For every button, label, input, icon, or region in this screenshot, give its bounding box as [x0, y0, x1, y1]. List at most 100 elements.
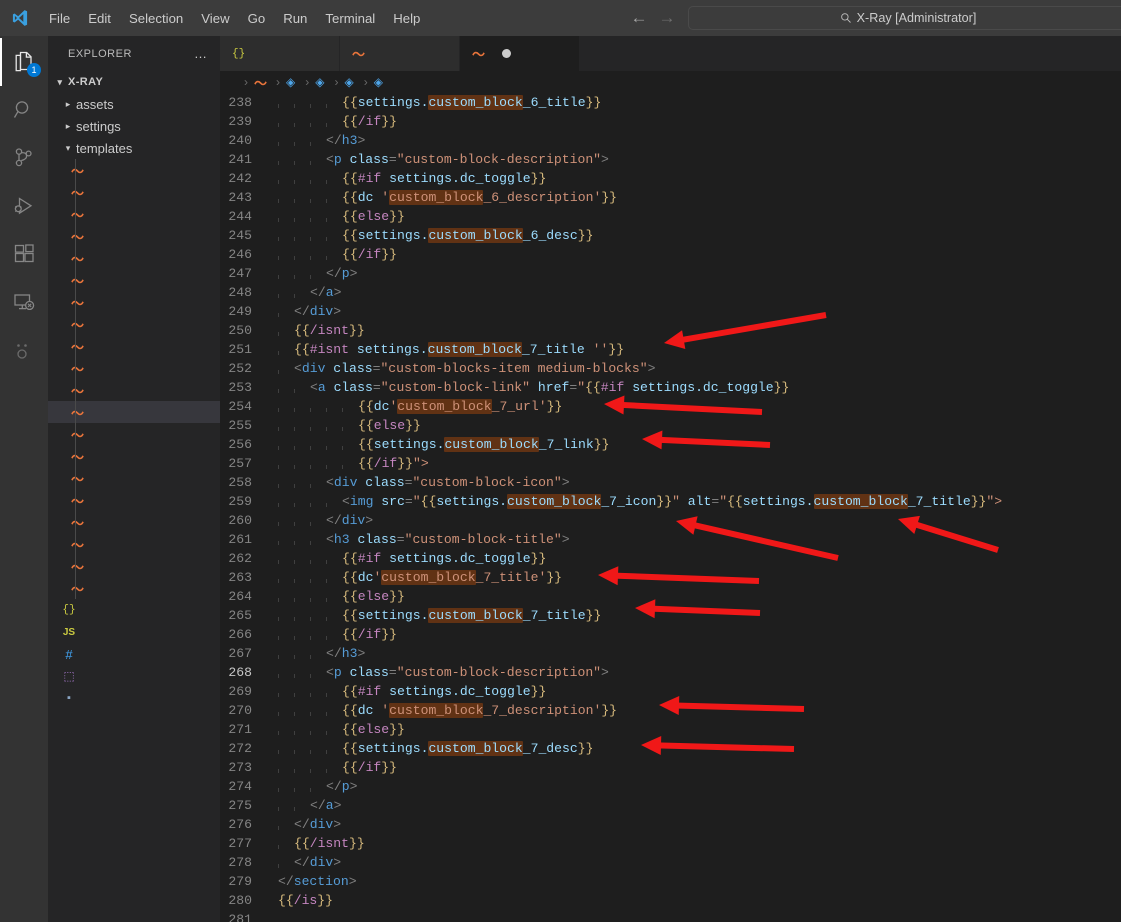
activity-item-extensions[interactable]	[0, 230, 48, 278]
command-center[interactable]: X-Ray [Administrator]	[688, 6, 1121, 30]
code-editor[interactable]: 238{{settings.custom_block_6_title}}239{…	[220, 93, 1121, 922]
code-line[interactable]: 260</div>	[220, 511, 1121, 530]
code-line[interactable]: 255{{else}}	[220, 416, 1121, 435]
tree-file-community-post-list-[interactable]: 〜	[48, 203, 220, 225]
tree-file-user-profile-page-hbs[interactable]: 〜	[48, 577, 220, 599]
tree-file-new-community-po-[interactable]: 〜	[48, 423, 220, 445]
tree-file-section-page-hbs[interactable]: 〜	[48, 533, 220, 555]
breadcrumb-item-home-page-hbs[interactable]: 〜	[254, 73, 270, 92]
activity-item-search[interactable]	[0, 86, 48, 134]
code-line[interactable]: 281	[220, 910, 1121, 922]
code-line[interactable]: 262{{#if settings.dc_toggle}}	[220, 549, 1121, 568]
tree-folder-templates[interactable]: ▾ templates	[48, 137, 220, 159]
tree-file-request-page-hbs[interactable]: 〜	[48, 467, 220, 489]
tree-file-x-ray-v1-0-1-zip[interactable]: ▪	[48, 687, 220, 709]
code-line[interactable]: 276</div>	[220, 815, 1121, 834]
activity-item-explorer[interactable]: 1	[0, 38, 48, 86]
code-line[interactable]: 278</div>	[220, 853, 1121, 872]
menu-view[interactable]: View	[192, 8, 238, 29]
tree-file-manifest-json[interactable]: {}	[48, 599, 220, 621]
code-line[interactable]: 265{{settings.custom_block_7_title}}	[220, 606, 1121, 625]
tab-manifest-json[interactable]: {}	[220, 36, 340, 71]
tab-home-page-hbs[interactable]: 〜	[460, 36, 580, 71]
tree-file-subscriptions-page-[interactable]: 〜	[48, 555, 220, 577]
menu-go[interactable]: Go	[239, 8, 275, 29]
code-line[interactable]: 245{{settings.custom_block_6_desc}}	[220, 226, 1121, 245]
tree-file-document-head-hbs[interactable]: 〜	[48, 313, 220, 335]
breadcrumb-item-div-custom-blocks-item-medium-b[interactable]: ◈	[374, 75, 387, 89]
code-line[interactable]: 275</a>	[220, 796, 1121, 815]
code-line[interactable]: 267</h3>	[220, 644, 1121, 663]
code-line[interactable]: 238{{settings.custom_block_6_title}}	[220, 93, 1121, 112]
tree-file-header-hbs[interactable]: 〜	[48, 379, 220, 401]
code-line[interactable]: 250{{/isnt}}	[220, 321, 1121, 340]
tree-file-category-page-hbs[interactable]: 〜	[48, 181, 220, 203]
code-line[interactable]: 269{{#if settings.dc_toggle}}	[220, 682, 1121, 701]
code-line[interactable]: 252<div class="custom-blocks-item medium…	[220, 359, 1121, 378]
menu-help[interactable]: Help	[384, 8, 429, 29]
tree-file-community-topic-lis-[interactable]: 〜	[48, 247, 220, 269]
breadcrumb-item-div-custom-blocks-list[interactable]: ◈	[344, 75, 357, 89]
tree-file-thumbnail-png[interactable]: ⬚	[48, 665, 220, 687]
code-line[interactable]: 272{{settings.custom_block_7_desc}}	[220, 739, 1121, 758]
code-line[interactable]: 253<a class="custom-block-link" href="{{…	[220, 378, 1121, 397]
code-line[interactable]: 273{{/if}}	[220, 758, 1121, 777]
code-line[interactable]: 257{{/if}}">	[220, 454, 1121, 473]
code-line[interactable]: 258<div class="custom-block-icon">	[220, 473, 1121, 492]
tree-file-article-page-hbs[interactable]: 〜	[48, 159, 220, 181]
menu-selection[interactable]: Selection	[120, 8, 192, 29]
tree-file-home-page-hbs[interactable]: 〜	[48, 401, 220, 423]
menu-terminal[interactable]: Terminal	[316, 8, 384, 29]
breadcrumb-item-div-container[interactable]: ◈	[286, 75, 299, 89]
menu-edit[interactable]: Edit	[79, 8, 120, 29]
menu-run[interactable]: Run	[274, 8, 316, 29]
code-line[interactable]: 266{{/if}}	[220, 625, 1121, 644]
arrow-left-icon[interactable]: ←	[628, 8, 650, 28]
code-line[interactable]: 239{{/if}}	[220, 112, 1121, 131]
code-line[interactable]: 274</p>	[220, 777, 1121, 796]
code-line[interactable]: 247</p>	[220, 264, 1121, 283]
tree-folder-assets[interactable]: ▸ assets	[48, 93, 220, 115]
code-line[interactable]: 242{{#if settings.dc_toggle}}	[220, 169, 1121, 188]
tree-file-contributions-page-[interactable]: 〜	[48, 291, 220, 313]
breadcrumb-item-section-section-custom-blocks[interactable]: ◈	[315, 75, 328, 89]
code-line[interactable]: 280{{/is}}	[220, 891, 1121, 910]
code-line[interactable]: 248</a>	[220, 283, 1121, 302]
tree-file-error-page-hbs[interactable]: 〜	[48, 335, 220, 357]
code-line[interactable]: 277{{/isnt}}	[220, 834, 1121, 853]
code-line[interactable]: 264{{else}}	[220, 587, 1121, 606]
tree-root-x-ray[interactable]: ▾ X-RAY	[48, 71, 220, 93]
code-line[interactable]: 270{{dc 'custom_block_7_description'}}	[220, 701, 1121, 720]
tree-file-community-topic-pa-[interactable]: 〜	[48, 269, 220, 291]
activity-item-remote-explorer[interactable]	[0, 278, 48, 326]
tree-file-community-post-pa-[interactable]: 〜	[48, 225, 220, 247]
tree-file-script-js[interactable]: JS	[48, 621, 220, 643]
code-line[interactable]: 256{{settings.custom_block_7_link}}	[220, 435, 1121, 454]
code-line[interactable]: 244{{else}}	[220, 207, 1121, 226]
code-content[interactable]: 238{{settings.custom_block_6_title}}239{…	[220, 93, 1121, 922]
unsaved-indicator-icon[interactable]	[502, 49, 511, 58]
activity-item-run-and-debug[interactable]	[0, 182, 48, 230]
ellipsis-icon[interactable]: …	[194, 46, 208, 61]
tab-article-page-hbs[interactable]: 〜	[340, 36, 460, 71]
code-line[interactable]: 241<p class="custom-block-description">	[220, 150, 1121, 169]
tree-folder-settings[interactable]: ▸ settings	[48, 115, 220, 137]
tree-file-search-results-hbs[interactable]: 〜	[48, 511, 220, 533]
code-line[interactable]: 279</section>	[220, 872, 1121, 891]
code-line[interactable]: 251{{#isnt settings.custom_block_7_title…	[220, 340, 1121, 359]
arrow-right-icon[interactable]: →	[656, 8, 678, 28]
code-line[interactable]: 249</div>	[220, 302, 1121, 321]
tree-file-footer-hbs[interactable]: 〜	[48, 357, 220, 379]
code-line[interactable]: 240</h3>	[220, 131, 1121, 150]
code-line[interactable]: 263{{dc'custom_block_7_title'}}	[220, 568, 1121, 587]
code-line[interactable]: 246{{/if}}	[220, 245, 1121, 264]
code-line[interactable]: 271{{else}}	[220, 720, 1121, 739]
tree-file-new-request-page-h-[interactable]: 〜	[48, 445, 220, 467]
activity-item-live-preview[interactable]	[0, 326, 48, 374]
tree-file-requests-page-hbs[interactable]: 〜	[48, 489, 220, 511]
menu-file[interactable]: File	[40, 8, 79, 29]
code-line[interactable]: 254{{dc'custom_block_7_url'}}	[220, 397, 1121, 416]
code-line[interactable]: 259<img src="{{settings.custom_block_7_i…	[220, 492, 1121, 511]
tree-file-style-css[interactable]: #	[48, 643, 220, 665]
code-line[interactable]: 261<h3 class="custom-block-title">	[220, 530, 1121, 549]
